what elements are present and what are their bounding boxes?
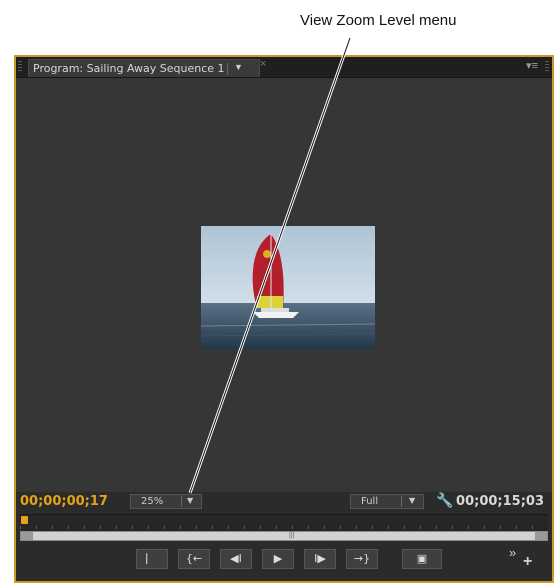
wrench-icon[interactable]: 🔧: [436, 492, 453, 509]
callout-label: View Zoom Level menu: [300, 12, 457, 29]
ruler-ticks: [20, 526, 548, 529]
current-timecode[interactable]: 00;00;00;17: [20, 494, 108, 509]
close-icon[interactable]: ×: [260, 58, 266, 70]
panel-tab-bar: Program: Sailing Away Sequence 1 ▼ × ▾≡: [16, 57, 552, 78]
time-ruler[interactable]: [20, 514, 548, 531]
step-forward-button[interactable]: I▶: [304, 549, 336, 569]
zoom-level-value: 25%: [141, 496, 164, 507]
play-button[interactable]: ▶: [262, 549, 294, 569]
panel-menu-icon[interactable]: ▾≡: [526, 59, 538, 72]
step-back-button[interactable]: ◀I: [220, 549, 252, 569]
zoom-level-menu[interactable]: 25% ▼: [130, 494, 202, 509]
triangle-down-icon[interactable]: ▼: [234, 62, 243, 72]
monitor-time-bar: 00;00;00;17 25% ▼ Full ▼ 🔧 00;00;15;03: [16, 492, 552, 512]
program-viewer[interactable]: [16, 78, 552, 492]
tab-title: Program: Sailing Away Sequence 1: [33, 62, 225, 75]
resolution-value: Full: [361, 496, 379, 507]
transport-controls: ⎸ {← ◀I ▶ I▶ →} ▣ » +: [16, 545, 552, 581]
tab-divider: [227, 63, 228, 75]
go-to-in-button[interactable]: {←: [178, 549, 210, 569]
chevron-down-icon: ▼: [409, 496, 416, 505]
resolution-divider: [401, 496, 402, 507]
scrollbar-right-handle[interactable]: [535, 532, 547, 540]
panel-grip-right-icon[interactable]: [545, 61, 549, 73]
sailboat-image: [201, 226, 375, 349]
duration-timecode: 00;00;15;03: [456, 494, 544, 509]
export-frame-button[interactable]: ▣: [402, 549, 442, 569]
button-editor-add-icon[interactable]: +: [523, 553, 532, 571]
zoom-divider: [181, 496, 182, 507]
go-to-out-button[interactable]: →}: [346, 549, 378, 569]
more-controls-icon[interactable]: »: [509, 545, 516, 560]
chevron-down-icon: ▼: [187, 496, 194, 505]
tab-program-monitor[interactable]: Program: Sailing Away Sequence 1 ▼: [28, 59, 260, 77]
scrollbar-grip-icon: |||: [289, 532, 295, 539]
scrollbar-left-handle[interactable]: [21, 532, 33, 540]
panel-grip-icon[interactable]: [18, 61, 22, 73]
zoom-scrollbar[interactable]: |||: [20, 531, 548, 541]
video-frame: [201, 226, 375, 349]
playback-resolution-menu[interactable]: Full ▼: [350, 494, 424, 509]
program-monitor-panel: Program: Sailing Away Sequence 1 ▼ × ▾≡: [14, 55, 554, 583]
playhead-icon[interactable]: [21, 516, 28, 524]
mark-in-button[interactable]: ⎸: [136, 549, 168, 569]
